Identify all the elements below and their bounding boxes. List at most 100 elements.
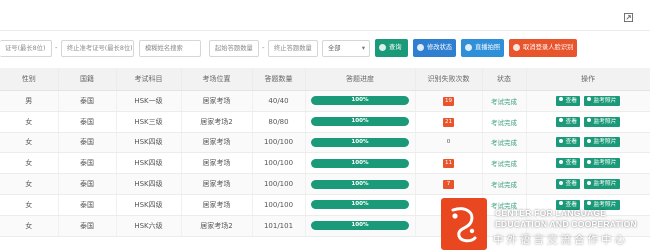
status-text: 考试完成 — [491, 139, 517, 148]
progress-cell: 100% — [305, 173, 416, 195]
eye-icon — [559, 180, 564, 185]
search-button[interactable]: 查询 — [375, 39, 408, 57]
organization-logo-icon — [441, 198, 487, 250]
modify-status-button[interactable]: 修改状态 — [413, 39, 456, 57]
table-row: 男 泰国 HSK一级 居家考场 40/40 100% 19 考试完成 查看 监考… — [0, 90, 650, 112]
location-cell: 居家考场 — [181, 194, 253, 216]
image-icon — [587, 138, 592, 143]
chevron-down-icon: ▾ — [361, 45, 365, 52]
column-header: 国籍 — [58, 68, 117, 91]
status-cell: 考试完成 — [482, 90, 527, 112]
eye-icon — [559, 138, 564, 143]
eye-icon — [559, 97, 564, 102]
failures-cell: 21 — [415, 111, 483, 133]
column-header: 答题进度 — [305, 68, 416, 91]
location-cell: 居家考场 — [181, 173, 253, 195]
image-icon — [587, 97, 592, 102]
table-header-row: 性别 国籍 考试科目 考场位置 答题数量 答题进度 识别失败次数 状态 操作 — [0, 68, 650, 91]
subject-cell: HSK六级 — [116, 215, 182, 237]
progress-cell: 100% — [305, 194, 416, 216]
progress-cell: 100% — [305, 152, 416, 175]
gender-cell: 男 — [0, 90, 59, 112]
nationality-cell: 泰国 — [58, 90, 117, 112]
view-button[interactable]: 查看 — [556, 158, 581, 169]
column-header: 识别失败次数 — [415, 68, 483, 91]
progress-bar: 100% — [311, 221, 409, 231]
panel-header — [0, 0, 650, 31]
progress-cell: 100% — [305, 111, 416, 133]
column-header: 性别 — [0, 68, 59, 91]
watermark-text-line: 中外语言交流合作中心 — [493, 234, 628, 246]
image-icon — [587, 118, 592, 123]
end-cert-input[interactable]: 终止准考证号(最长8位) — [61, 40, 134, 57]
actions-cell: 查看 监考照片 — [526, 90, 650, 112]
column-header: 考试科目 — [116, 68, 182, 91]
status-text: 考试完成 — [491, 97, 517, 106]
column-header: 状态 — [482, 68, 527, 91]
status-select[interactable]: 全部 ▾ — [322, 40, 370, 57]
progress-cell: 100% — [305, 90, 416, 112]
cancel-face-login-button[interactable]: 取消登录人脸识别 — [509, 39, 577, 57]
column-header: 答题数量 — [252, 68, 306, 91]
nationality-cell: 泰国 — [58, 111, 117, 133]
subject-cell: HSK四级 — [116, 194, 182, 216]
progress-bar: 100% — [311, 117, 409, 127]
gender-cell: 女 — [0, 215, 59, 237]
answered-cell: 100/100 — [252, 152, 306, 175]
view-button[interactable]: 查看 — [556, 95, 581, 106]
failures-cell: 11 — [415, 152, 483, 175]
table-row: 女 泰国 HSK四级 居家考场 100/100 100% 11 考试完成 查看 … — [0, 152, 650, 175]
name-search-input[interactable]: 模糊姓名搜索 — [139, 40, 201, 57]
view-button[interactable]: 查看 — [556, 137, 581, 148]
status-cell: 考试完成 — [482, 111, 527, 133]
logo-mark-icon — [451, 207, 477, 243]
status-cell: 考试完成 — [482, 132, 527, 154]
name-search-placeholder: 模糊姓名搜索 — [145, 45, 183, 52]
location-cell: 居家考场 — [181, 132, 253, 154]
failures-cell: 0 — [415, 132, 483, 154]
capture-photo-button[interactable]: 直播拍照 — [461, 39, 504, 57]
status-text: 考试完成 — [491, 160, 517, 169]
failure-count-badge: 21 — [443, 117, 454, 127]
filter-toolbar: 证号(最长8位) - 终止准考证号(最长8位) 模糊姓名搜索 起始答题数量 - … — [0, 37, 650, 61]
progress-bar: 100% — [311, 200, 409, 210]
end-count-placeholder: 终止答题数量 — [274, 45, 312, 52]
subject-cell: HSK四级 — [116, 173, 182, 195]
actions-cell: 查看 监考照片 — [526, 152, 650, 175]
answered-cell: 100/100 — [252, 173, 306, 195]
start-cert-input[interactable]: 证号(最长8位) — [0, 40, 52, 57]
nationality-cell: 泰国 — [58, 152, 117, 175]
gender-cell: 女 — [0, 132, 59, 154]
subject-cell: HSK一级 — [116, 90, 182, 112]
gender-cell: 女 — [0, 173, 59, 195]
answered-cell: 100/100 — [252, 132, 306, 154]
proctor-photo-button[interactable]: 监考照片 — [584, 137, 620, 148]
start-count-input[interactable]: 起始答题数量 — [209, 40, 259, 57]
failures-cell: 19 — [415, 90, 483, 112]
end-cert-placeholder: 终止准考证号(最长8位) — [67, 45, 133, 52]
camera-icon — [465, 43, 472, 51]
proctor-photo-button[interactable]: 监考照片 — [584, 95, 620, 106]
failure-count-badge: 11 — [443, 159, 454, 169]
view-button[interactable]: 查看 — [556, 116, 581, 127]
start-count-placeholder: 起始答题数量 — [215, 45, 253, 52]
subject-cell: HSK四级 — [116, 132, 182, 154]
location-cell: 居家考场2 — [181, 215, 253, 237]
range-separator: - — [55, 44, 58, 52]
subject-cell: HSK三级 — [116, 111, 182, 133]
watermark-text-line: EDUCATION AND COOPERATION — [495, 219, 637, 229]
nationality-cell: 泰国 — [58, 132, 117, 154]
status-select-value: 全部 — [328, 45, 341, 52]
gender-cell: 女 — [0, 194, 59, 216]
image-icon — [587, 180, 592, 185]
end-count-input[interactable]: 终止答题数量 — [268, 40, 318, 57]
answered-cell: 100/100 — [252, 194, 306, 216]
status-text: 考试完成 — [491, 118, 517, 127]
expand-icon[interactable] — [624, 13, 633, 22]
table-row: 女 泰国 HSK三级 居家考场2 80/80 100% 21 考试完成 查看 监… — [0, 111, 650, 133]
progress-bar: 100% — [311, 137, 409, 147]
proctor-photo-button[interactable]: 监考照片 — [584, 116, 620, 127]
watermark-text-line: CENTER FOR LANGUAGE — [495, 208, 607, 218]
proctor-photo-button[interactable]: 监考照片 — [584, 158, 620, 169]
answered-cell: 101/101 — [252, 215, 306, 237]
